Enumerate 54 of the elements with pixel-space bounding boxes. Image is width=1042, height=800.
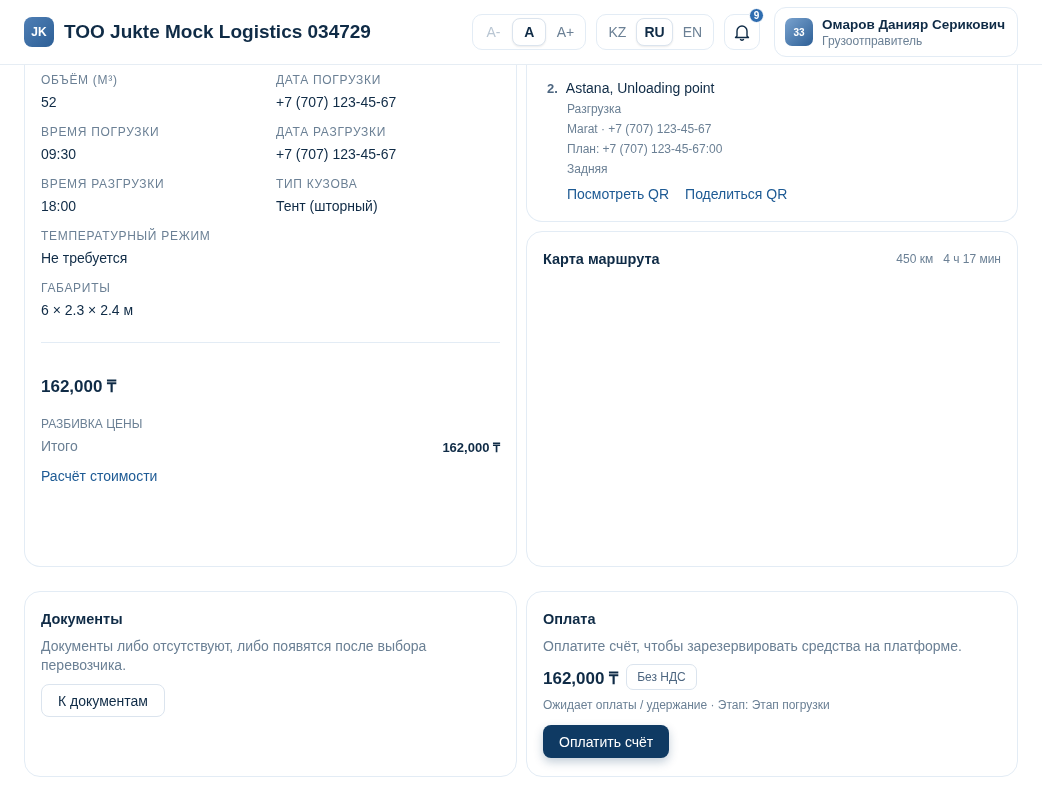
cost-calculation-link[interactable]: Расчёт стоимости [41,468,158,484]
qr-link[interactable]: Посмотреть QR [567,186,670,202]
language-tab[interactable]: RU [636,18,673,46]
point-detail: Marat · +7 (707) 123-45-67 [567,122,713,136]
field-label: ГАБАРИТЫ [41,280,112,296]
breakdown-value: 162,000 ₸ [442,439,500,456]
field-label: ТЕМПЕРАТУРНЫЙ РЕЖИМ [41,228,212,244]
breakdown-label: Итого [41,438,78,456]
point-detail: Задняя [567,162,609,176]
point-detail: План: +7 (707) 123-45-67:00 [567,142,724,156]
user-profile[interactable]: 33 Омаров Данияр Серикович Грузоотправитель [774,7,1018,57]
field-value: 09:30 [41,146,78,162]
payment-text: Оплатите счёт, чтобы зарезервировать средства на платформе. [543,637,963,656]
field-value: 6 × 2.3 × 2.4 м [41,302,135,318]
payment-amount: 162,000 ₸ [543,667,619,689]
pay-invoice-button[interactable]: Оплатить счёт [543,725,670,758]
documents-button[interactable]: К документам [41,684,165,717]
point-detail: Разгрузка [567,102,623,116]
point-title: Astana, Unloading point [565,80,715,96]
vat-badge: Без НДС [626,664,697,690]
company-logo: JK [24,17,54,47]
bell-icon [734,23,751,41]
field-value: +7 (707) 123-45-67 [276,146,398,162]
field-label: ОБЪЁМ (М³) [41,72,119,88]
field-label: ВРЕМЯ ПОГРУЗКИ [41,124,161,140]
notification-count: 9 [749,8,765,23]
field-value: +7 (707) 123-45-67 [276,94,398,110]
payment-status: Ожидает оплаты / удержание · Этап: Этап погрузки [543,698,831,712]
field-label: ДАТА РАЗГРУЗКИ [276,124,388,140]
point-number: 2. [547,81,558,96]
user-role: Грузоотправитель [822,33,924,48]
language-tab[interactable]: EN [674,18,711,46]
documents-title: Документы [41,611,124,627]
price-total: 162,000 ₸ [41,376,118,397]
field-value: Не требуется [41,250,129,266]
field-label: ВРЕМЯ РАЗГРУЗКИ [41,176,166,192]
price-breakdown-label: РАЗБИВКА ЦЕНЫ [41,417,144,431]
documents-text: Документы либо отсутствуют, либо появятся после выбора перевозчика. [41,637,428,675]
font-size-button[interactable]: A [512,18,547,46]
payment-title: Оплата [543,611,597,627]
font-size-button[interactable]: A+ [548,18,583,46]
field-label: ТИП КУЗОВА [276,176,359,192]
language-tab[interactable]: KZ [600,18,635,46]
field-label: ДАТА ПОГРУЗКИ [276,72,382,88]
user-avatar: 33 [785,18,814,46]
route-map-title: Карта маршрута [543,251,660,267]
route-duration: 4 ч 17 мин [943,252,1001,266]
field-value: Тент (шторный) [276,198,379,214]
route-distance: 450 км [896,252,934,266]
field-value: 52 [41,94,58,110]
user-name: Омаров Данияр Серикович [822,16,1005,32]
qr-link[interactable]: Поделиться QR [685,186,788,202]
company-title: TOO Jukte Mock Logistics 034729 [64,21,371,43]
field-value: 18:00 [41,198,78,214]
